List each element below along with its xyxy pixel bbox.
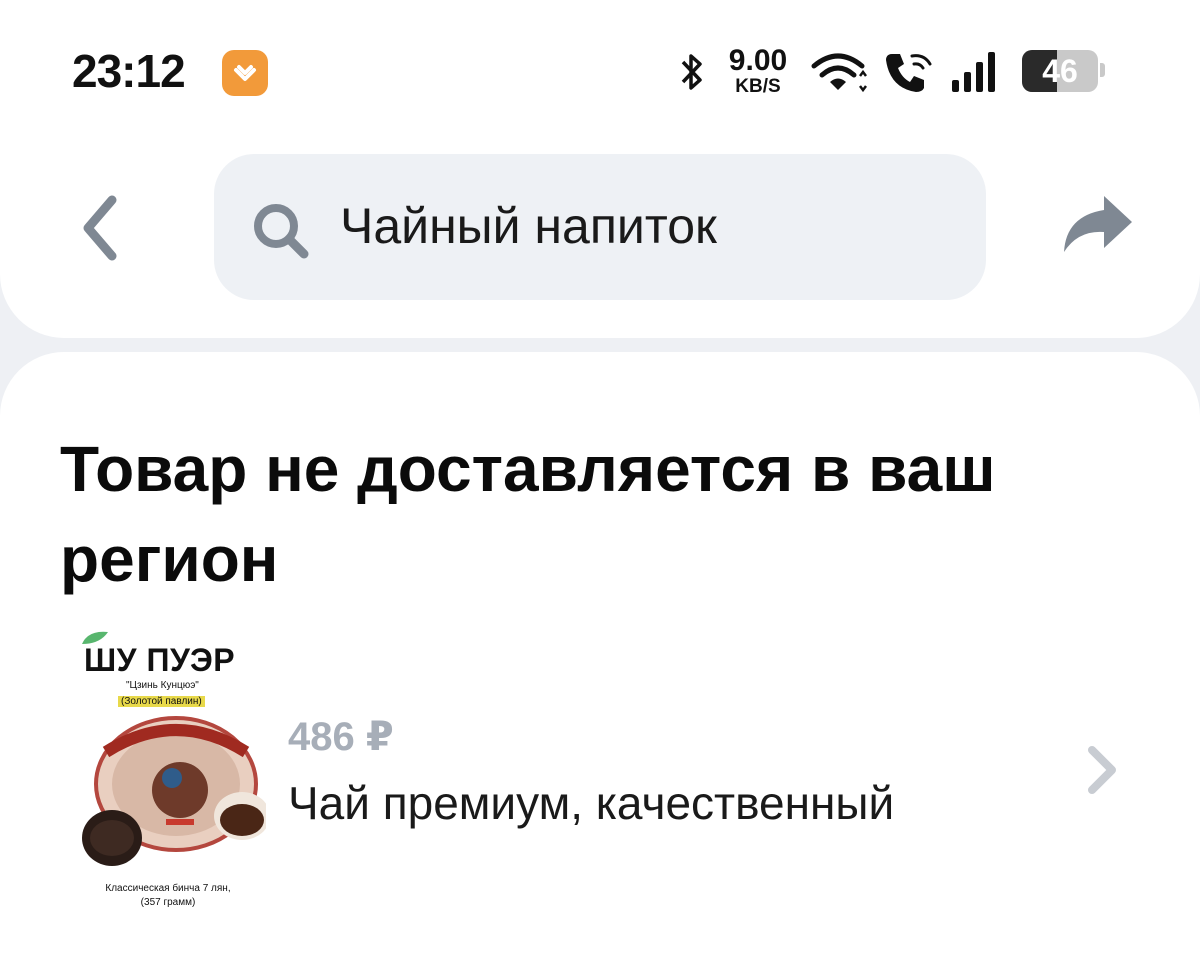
back-button[interactable] bbox=[78, 192, 122, 264]
product-price: 486 ₽ bbox=[288, 715, 394, 759]
product-image-caption-line-1: Классическая бинча 7 лян, bbox=[105, 883, 231, 894]
product-image-subtitle-2: (Золотой павлин) bbox=[118, 696, 205, 707]
battery-icon: 46 bbox=[1022, 50, 1098, 92]
product-image-caption: Классическая бинча 7 лян, (357 грамм) bbox=[58, 882, 278, 910]
bluetooth-icon bbox=[681, 54, 702, 90]
search-input[interactable]: Чайный напиток bbox=[214, 154, 986, 300]
product-image-caption-line-2: (357 грамм) bbox=[140, 897, 196, 908]
page-title: Товар не доставляется в ваш регион bbox=[60, 433, 996, 595]
search-icon bbox=[254, 204, 309, 259]
net-speed-unit: KB/S bbox=[735, 76, 781, 97]
tea-cake-illustration bbox=[82, 716, 266, 866]
signal-icon bbox=[952, 52, 995, 92]
product-name: Чай премиум, качественный bbox=[288, 777, 895, 829]
product-image[interactable]: ШУ ПУЭР "Цзинь Кунцюэ" (Золотой павлин) … bbox=[58, 628, 268, 912]
product-list-item[interactable]: ШУ ПУЭР "Цзинь Кунцюэ" (Золотой павлин) … bbox=[58, 628, 1138, 918]
battery-tip bbox=[1100, 63, 1105, 77]
wifi-call-icon bbox=[886, 54, 932, 92]
chevron-right-icon[interactable] bbox=[1082, 742, 1122, 798]
battery-level: 46 bbox=[1042, 53, 1078, 89]
product-image-title: ШУ ПУЭР bbox=[84, 642, 236, 678]
share-button[interactable] bbox=[1058, 190, 1138, 260]
wifi-icon bbox=[811, 53, 867, 93]
status-time: 23:12 bbox=[72, 45, 186, 97]
net-speed-value: 9.00 bbox=[728, 44, 788, 77]
product-image-subtitle: "Цзинь Кунцюэ" bbox=[126, 680, 199, 691]
net-speed: 9.00 KB/S bbox=[718, 44, 798, 97]
app-badge-icon bbox=[222, 50, 268, 96]
search-query-text: Чайный напиток bbox=[340, 198, 717, 254]
